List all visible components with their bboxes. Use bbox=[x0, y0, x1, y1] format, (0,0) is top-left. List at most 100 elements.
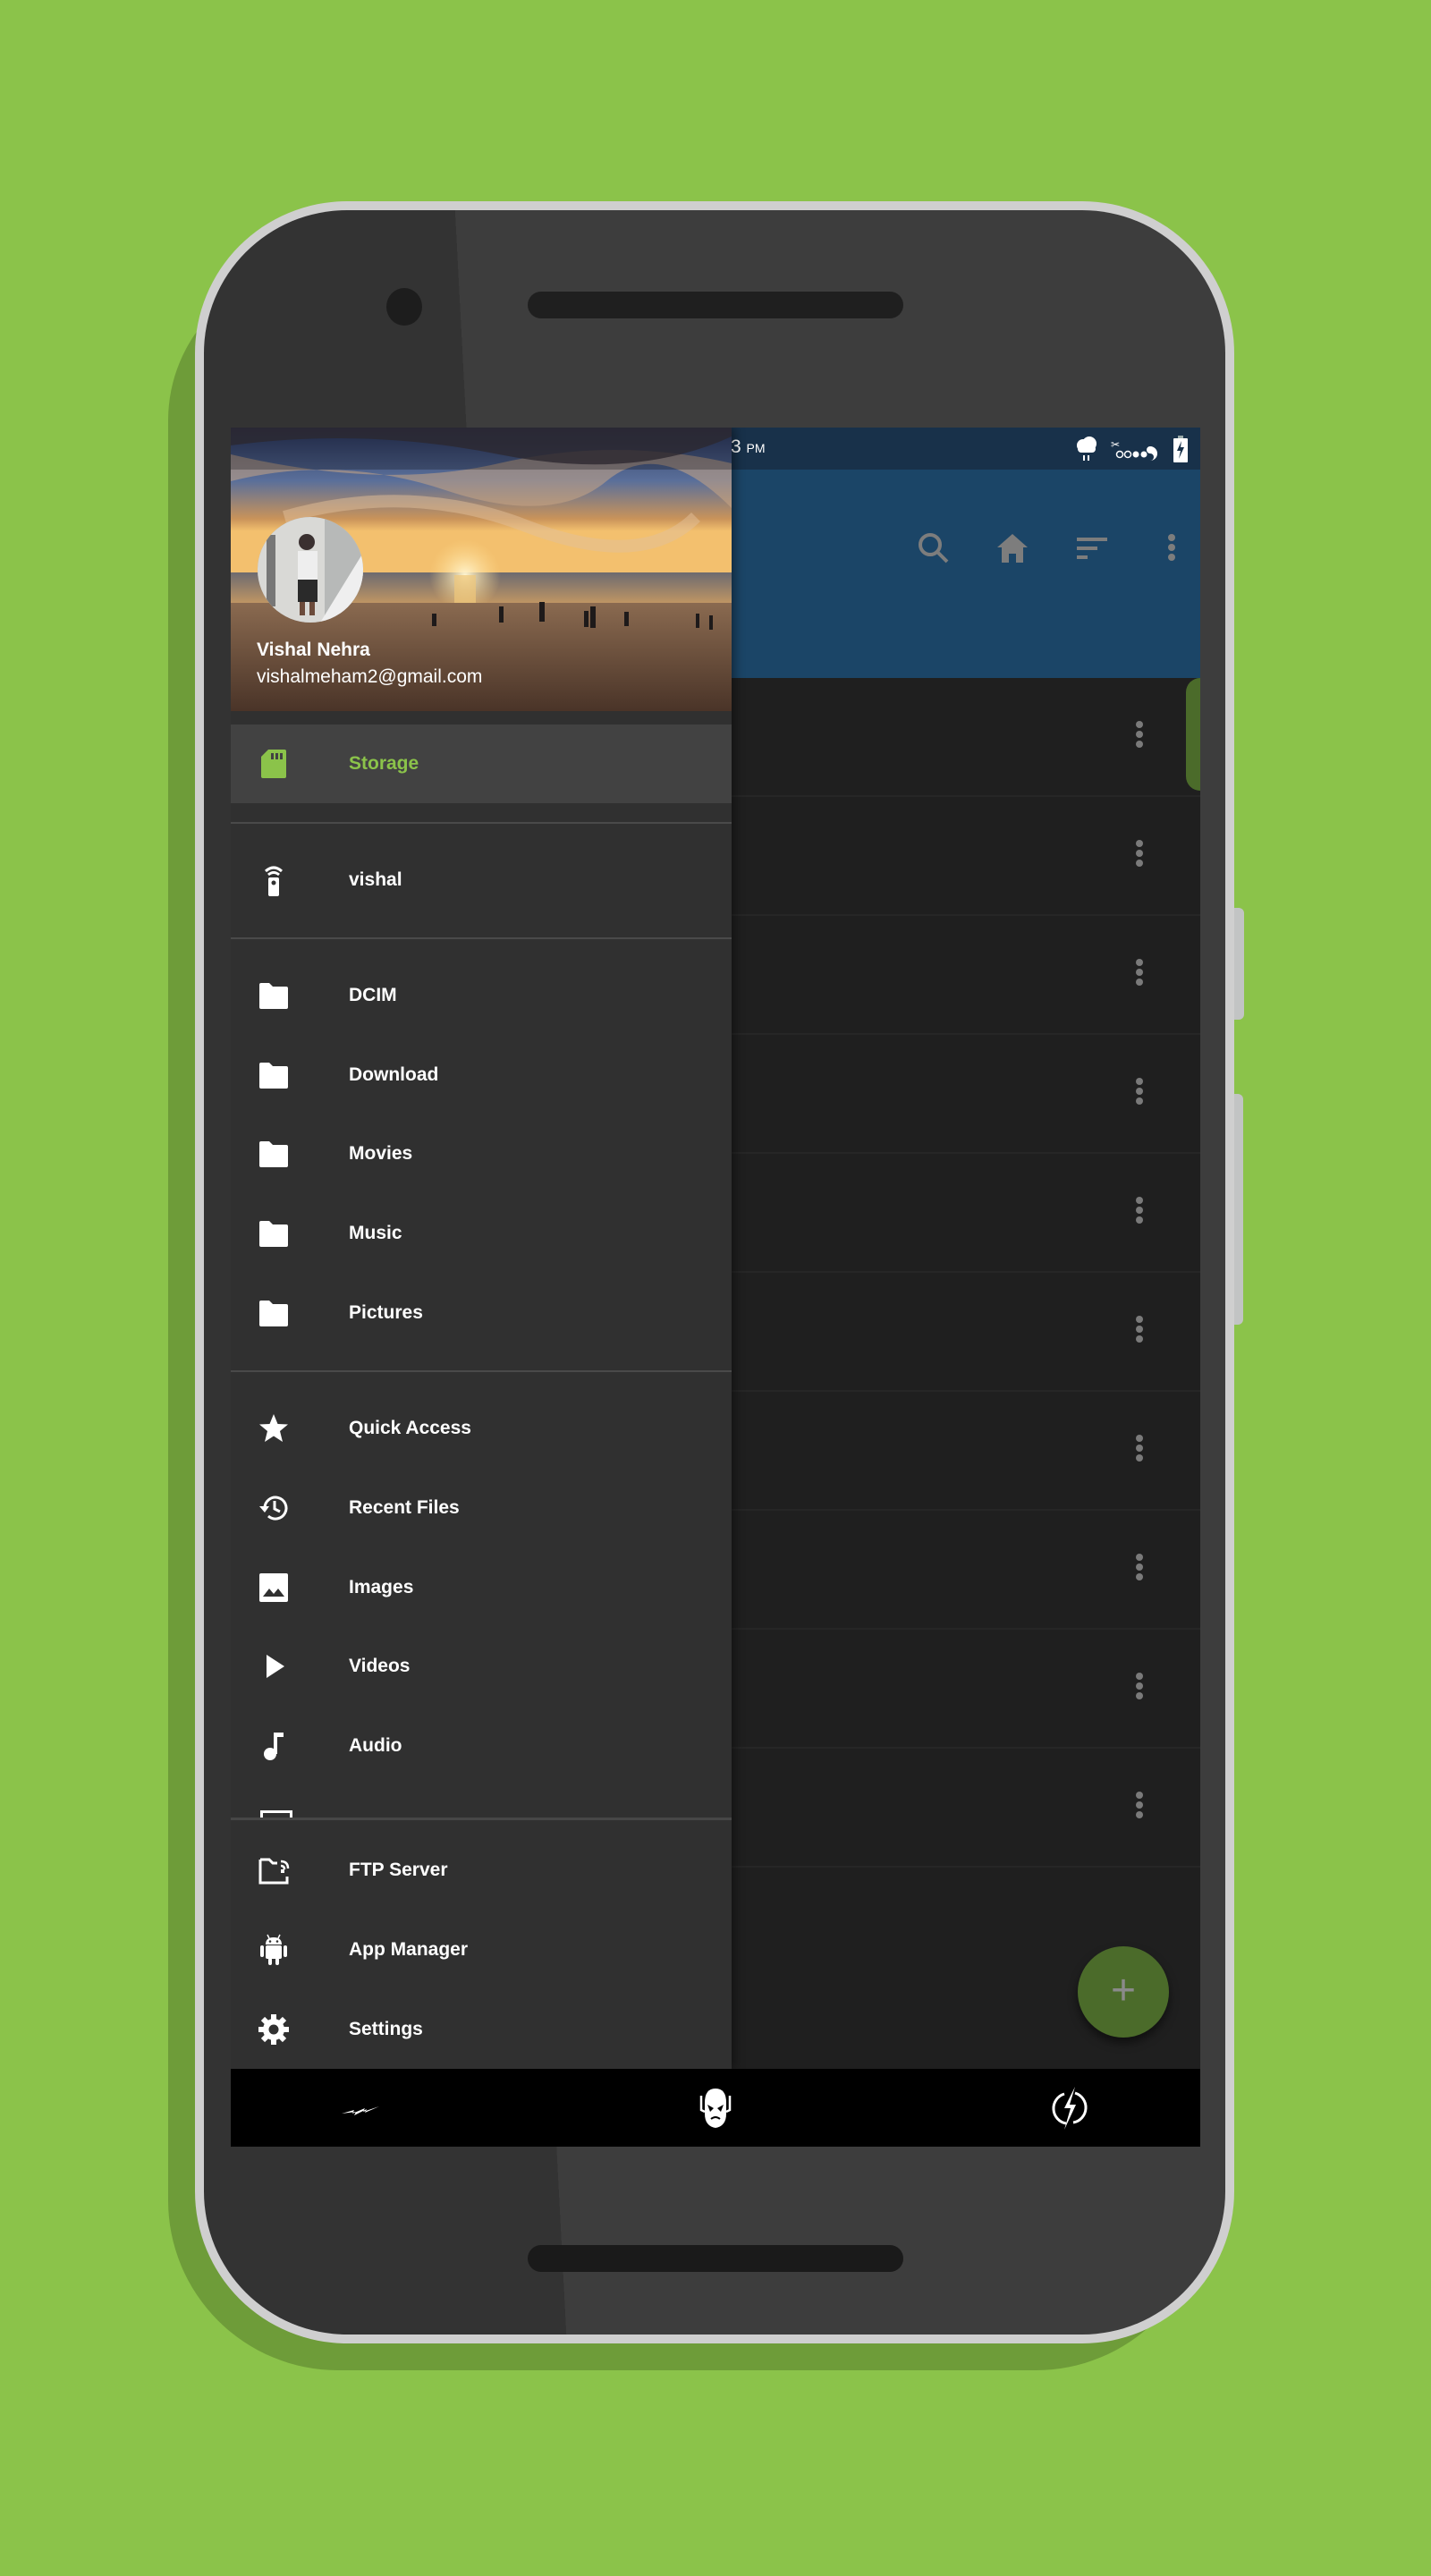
dot bbox=[1136, 1216, 1143, 1224]
more-vert-icon[interactable] bbox=[1134, 1077, 1145, 1110]
drawer-item-label: Audio bbox=[349, 1735, 402, 1756]
drawer-item-label: vishal bbox=[349, 869, 402, 890]
more-vert-icon[interactable] bbox=[1134, 1791, 1145, 1824]
search-icon[interactable] bbox=[916, 530, 952, 566]
weather-cloud-rain-icon bbox=[1077, 436, 1097, 461]
navigation-drawer: Vishal Nehra vishalmeham2@gmail.com Stor… bbox=[231, 428, 732, 2069]
dot bbox=[1136, 1801, 1143, 1809]
drawer-item-label: Videos bbox=[349, 1656, 411, 1676]
dot bbox=[1136, 839, 1143, 847]
avatar[interactable] bbox=[258, 517, 363, 623]
drawer-item-images[interactable]: Images bbox=[231, 1548, 732, 1627]
dot bbox=[1136, 1444, 1143, 1452]
sd-card-icon bbox=[261, 750, 286, 778]
drawer-item-label: DCIM bbox=[349, 985, 397, 1005]
dot bbox=[1136, 1453, 1143, 1462]
flash-mask-icon[interactable] bbox=[692, 2085, 739, 2131]
drawer-item-label: Storage bbox=[349, 753, 419, 774]
dot bbox=[1136, 1791, 1143, 1799]
user-email: vishalmeham2@gmail.com bbox=[257, 666, 483, 687]
battery-charging-icon bbox=[1173, 436, 1188, 462]
more-vert-icon[interactable] bbox=[1154, 530, 1190, 566]
gear-icon bbox=[258, 2014, 289, 2045]
dot bbox=[1136, 1563, 1143, 1571]
more-vert-icon[interactable] bbox=[1134, 958, 1145, 991]
music-note-icon bbox=[264, 1733, 284, 1760]
dot bbox=[1136, 859, 1143, 867]
drawer-item-music[interactable]: Music bbox=[231, 1194, 732, 1273]
bluetooth-dots-icon: ✂ bbox=[1111, 438, 1157, 461]
folder-icon bbox=[259, 983, 288, 1009]
dot bbox=[1136, 1315, 1143, 1323]
drawer-item-pictures[interactable]: Pictures bbox=[231, 1274, 732, 1352]
dot bbox=[1136, 1672, 1143, 1680]
dot bbox=[1136, 1810, 1143, 1818]
drawer-item-audio[interactable]: Audio bbox=[231, 1707, 732, 1785]
drawer-item-settings[interactable]: Settings bbox=[231, 1990, 732, 2069]
history-icon bbox=[259, 1496, 288, 1521]
user-name: Vishal Nehra bbox=[257, 640, 370, 660]
play-icon bbox=[267, 1655, 284, 1678]
drawer-item-app-manager[interactable]: App Manager bbox=[231, 1911, 732, 1989]
star-icon bbox=[259, 1414, 288, 1442]
dot bbox=[1136, 740, 1143, 748]
document-icon bbox=[260, 1810, 292, 1818]
drawer-item-label: App Manager bbox=[349, 1939, 469, 1960]
dot bbox=[1136, 1206, 1143, 1214]
lightning-bolt-icon[interactable] bbox=[338, 2085, 385, 2131]
drawer-item-label: Pictures bbox=[349, 1302, 423, 1323]
ftp-folder-icon bbox=[258, 1858, 290, 1885]
dot bbox=[1136, 720, 1143, 728]
status-icons: ✂ bbox=[1075, 435, 1188, 463]
drawer-item-label: FTP Server bbox=[349, 1860, 448, 1880]
drawer-item-dcim[interactable]: DCIM bbox=[231, 956, 732, 1035]
more-vert-icon[interactable] bbox=[1134, 1672, 1145, 1705]
home-icon[interactable] bbox=[995, 530, 1030, 566]
dot bbox=[1136, 730, 1143, 738]
more-vert-icon[interactable] bbox=[1134, 839, 1145, 872]
sort-icon[interactable] bbox=[1075, 530, 1111, 566]
drawer-item-label: Quick Access bbox=[349, 1418, 471, 1438]
dot bbox=[1136, 1097, 1143, 1105]
dot bbox=[1136, 968, 1143, 976]
front-camera bbox=[386, 288, 422, 326]
drawer-item-vishal[interactable]: vishal bbox=[231, 841, 732, 919]
drawer-item-label: Download bbox=[349, 1064, 439, 1085]
add-icon: + bbox=[1110, 1967, 1137, 2014]
volume-button bbox=[1234, 908, 1244, 1020]
dot bbox=[1136, 1196, 1143, 1204]
drawer-divider bbox=[231, 822, 732, 824]
fast-scroll-thumb[interactable] bbox=[1186, 678, 1200, 791]
folder-icon bbox=[259, 1141, 288, 1167]
drawer-item-movies[interactable]: Movies bbox=[231, 1114, 732, 1193]
drawer-item-videos[interactable]: Videos bbox=[231, 1627, 732, 1706]
status-ampm: PM bbox=[746, 441, 766, 455]
more-vert-icon[interactable] bbox=[1134, 1315, 1145, 1348]
dot bbox=[1136, 1077, 1143, 1085]
dot bbox=[1136, 1335, 1143, 1343]
drawer-item-label: Images bbox=[349, 1577, 414, 1597]
drawer-item-label: Movies bbox=[349, 1143, 413, 1164]
more-vert-icon[interactable] bbox=[1134, 1196, 1145, 1229]
drawer-item-quick-access[interactable]: Quick Access bbox=[231, 1389, 732, 1468]
more-vert-icon[interactable] bbox=[1134, 720, 1145, 753]
add-fab-button[interactable]: + bbox=[1078, 1946, 1169, 2038]
more-vert-icon[interactable] bbox=[1134, 1553, 1145, 1586]
top-speaker bbox=[528, 292, 903, 318]
bottom-bar bbox=[231, 2069, 1200, 2147]
drawer-item-ftp-server[interactable]: FTP Server bbox=[231, 1831, 732, 1910]
drawer-item-storage[interactable]: Storage bbox=[231, 724, 732, 803]
drawer-item-download[interactable]: Download bbox=[231, 1036, 732, 1114]
drawer-item-label: Settings bbox=[349, 2019, 423, 2039]
drawer-item-recent-files[interactable]: Recent Files bbox=[231, 1469, 732, 1547]
drawer-item-label: Recent Files bbox=[349, 1497, 460, 1518]
dot bbox=[1136, 1572, 1143, 1580]
flash-emblem-icon[interactable] bbox=[1046, 2085, 1093, 2131]
dot bbox=[1136, 978, 1143, 986]
avatar-photo bbox=[258, 517, 363, 623]
dot bbox=[1136, 1325, 1143, 1333]
folder-icon bbox=[259, 1301, 288, 1326]
more-vert-icon[interactable] bbox=[1134, 1434, 1145, 1467]
image-icon bbox=[259, 1573, 288, 1602]
dot bbox=[1136, 849, 1143, 857]
